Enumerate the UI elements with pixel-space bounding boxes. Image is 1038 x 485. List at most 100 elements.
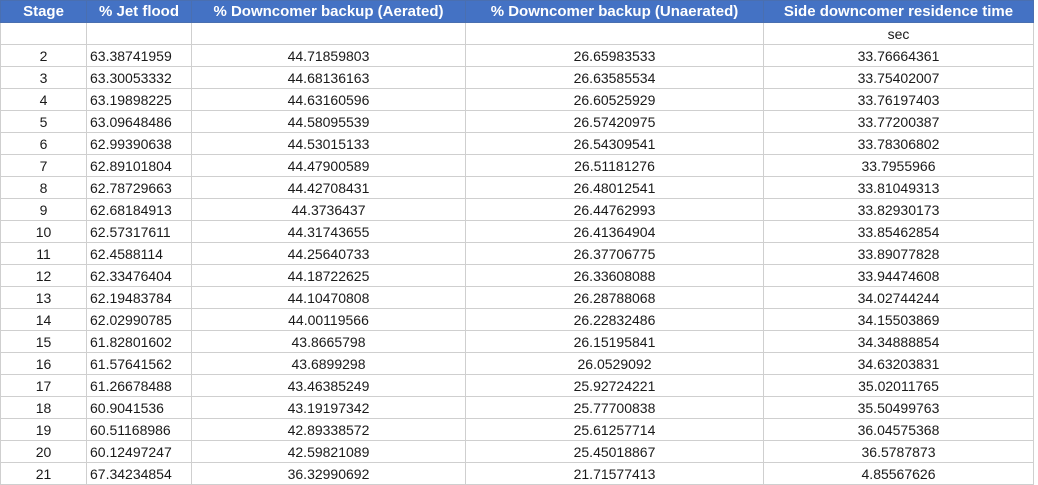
- jet-flood-cell[interactable]: 62.4588114: [86, 242, 192, 265]
- unaerated-cell[interactable]: 26.54309541: [465, 132, 764, 155]
- jet-flood-cell[interactable]: 62.68184913: [86, 198, 192, 221]
- stage-cell[interactable]: 20: [0, 440, 87, 463]
- unaerated-cell[interactable]: 25.77700838: [465, 396, 764, 419]
- residence-time-cell[interactable]: 36.04575368: [763, 418, 1034, 441]
- unaerated-cell[interactable]: 26.60525929: [465, 88, 764, 111]
- jet-flood-cell[interactable]: 60.12497247: [86, 440, 192, 463]
- residence-time-cell[interactable]: 35.50499763: [763, 396, 1034, 419]
- unaerated-cell[interactable]: 26.51181276: [465, 154, 764, 177]
- residence-time-cell[interactable]: 33.7955966: [763, 154, 1034, 177]
- residence-time-cell[interactable]: 33.94474608: [763, 264, 1034, 287]
- jet-flood-cell[interactable]: 63.19898225: [86, 88, 192, 111]
- aerated-cell[interactable]: 44.25640733: [191, 242, 466, 265]
- residence-time-cell[interactable]: 34.63203831: [763, 352, 1034, 375]
- units-cell-aerated[interactable]: [191, 22, 466, 45]
- unaerated-cell[interactable]: 26.22832486: [465, 308, 764, 331]
- units-cell-jet-flood[interactable]: [86, 22, 192, 45]
- unaerated-cell[interactable]: 25.45018867: [465, 440, 764, 463]
- unaerated-cell[interactable]: 25.61257714: [465, 418, 764, 441]
- residence-time-cell[interactable]: 33.76197403: [763, 88, 1034, 111]
- stage-cell[interactable]: 12: [0, 264, 87, 287]
- residence-time-cell[interactable]: 33.85462854: [763, 220, 1034, 243]
- jet-flood-cell[interactable]: 67.34234854: [86, 462, 192, 485]
- aerated-cell[interactable]: 44.3736437: [191, 198, 466, 221]
- unaerated-cell[interactable]: 26.57420975: [465, 110, 764, 133]
- aerated-cell[interactable]: 43.8665798: [191, 330, 466, 353]
- aerated-cell[interactable]: 44.63160596: [191, 88, 466, 111]
- jet-flood-cell[interactable]: 62.57317611: [86, 220, 192, 243]
- jet-flood-cell[interactable]: 62.89101804: [86, 154, 192, 177]
- aerated-cell[interactable]: 43.6899298: [191, 352, 466, 375]
- jet-flood-cell[interactable]: 61.26678488: [86, 374, 192, 397]
- residence-time-cell[interactable]: 34.15503869: [763, 308, 1034, 331]
- stage-cell[interactable]: 2: [0, 44, 87, 67]
- unaerated-cell[interactable]: 26.44762993: [465, 198, 764, 221]
- header-downcomer-aerated[interactable]: % Downcomer backup (Aerated): [191, 0, 466, 23]
- jet-flood-cell[interactable]: 62.02990785: [86, 308, 192, 331]
- aerated-cell[interactable]: 44.47900589: [191, 154, 466, 177]
- jet-flood-cell[interactable]: 62.99390638: [86, 132, 192, 155]
- jet-flood-cell[interactable]: 62.19483784: [86, 286, 192, 309]
- residence-time-cell[interactable]: 33.82930173: [763, 198, 1034, 221]
- residence-time-cell[interactable]: 33.77200387: [763, 110, 1034, 133]
- aerated-cell[interactable]: 44.42708431: [191, 176, 466, 199]
- aerated-cell[interactable]: 43.46385249: [191, 374, 466, 397]
- aerated-cell[interactable]: 44.58095539: [191, 110, 466, 133]
- aerated-cell[interactable]: 43.19197342: [191, 396, 466, 419]
- unaerated-cell[interactable]: 26.0529092: [465, 352, 764, 375]
- unaerated-cell[interactable]: 26.41364904: [465, 220, 764, 243]
- jet-flood-cell[interactable]: 63.38741959: [86, 44, 192, 67]
- stage-cell[interactable]: 14: [0, 308, 87, 331]
- unaerated-cell[interactable]: 26.65983533: [465, 44, 764, 67]
- stage-cell[interactable]: 10: [0, 220, 87, 243]
- unaerated-cell[interactable]: 21.71577413: [465, 462, 764, 485]
- aerated-cell[interactable]: 44.53015133: [191, 132, 466, 155]
- residence-time-cell[interactable]: 34.02744244: [763, 286, 1034, 309]
- jet-flood-cell[interactable]: 61.57641562: [86, 352, 192, 375]
- stage-cell[interactable]: 17: [0, 374, 87, 397]
- header-jet-flood[interactable]: % Jet flood: [86, 0, 192, 23]
- residence-time-cell[interactable]: 35.02011765: [763, 374, 1034, 397]
- residence-time-cell[interactable]: 33.76664361: [763, 44, 1034, 67]
- aerated-cell[interactable]: 44.71859803: [191, 44, 466, 67]
- aerated-cell[interactable]: 44.00119566: [191, 308, 466, 331]
- residence-time-cell[interactable]: 33.78306802: [763, 132, 1034, 155]
- header-stage[interactable]: Stage: [0, 0, 87, 23]
- unaerated-cell[interactable]: 25.92724221: [465, 374, 764, 397]
- unaerated-cell[interactable]: 26.48012541: [465, 176, 764, 199]
- stage-cell[interactable]: 13: [0, 286, 87, 309]
- unaerated-cell[interactable]: 26.15195841: [465, 330, 764, 353]
- header-downcomer-unaerated[interactable]: % Downcomer backup (Unaerated): [465, 0, 764, 23]
- aerated-cell[interactable]: 44.31743655: [191, 220, 466, 243]
- residence-time-cell[interactable]: 33.89077828: [763, 242, 1034, 265]
- aerated-cell[interactable]: 44.18722625: [191, 264, 466, 287]
- header-residence-time[interactable]: Side downcomer residence time: [763, 0, 1034, 23]
- stage-cell[interactable]: 11: [0, 242, 87, 265]
- stage-cell[interactable]: 19: [0, 418, 87, 441]
- stage-cell[interactable]: 3: [0, 66, 87, 89]
- units-cell-residence-time[interactable]: sec: [763, 22, 1034, 45]
- residence-time-cell[interactable]: 33.75402007: [763, 66, 1034, 89]
- aerated-cell[interactable]: 44.68136163: [191, 66, 466, 89]
- residence-time-cell[interactable]: 34.34888854: [763, 330, 1034, 353]
- jet-flood-cell[interactable]: 60.51168986: [86, 418, 192, 441]
- residence-time-cell[interactable]: 33.81049313: [763, 176, 1034, 199]
- units-cell-stage[interactable]: [0, 22, 87, 45]
- aerated-cell[interactable]: 42.59821089: [191, 440, 466, 463]
- stage-cell[interactable]: 21: [0, 462, 87, 485]
- stage-cell[interactable]: 16: [0, 352, 87, 375]
- unaerated-cell[interactable]: 26.37706775: [465, 242, 764, 265]
- unaerated-cell[interactable]: 26.28788068: [465, 286, 764, 309]
- jet-flood-cell[interactable]: 63.30053332: [86, 66, 192, 89]
- stage-cell[interactable]: 7: [0, 154, 87, 177]
- stage-cell[interactable]: 15: [0, 330, 87, 353]
- stage-cell[interactable]: 18: [0, 396, 87, 419]
- jet-flood-cell[interactable]: 60.9041536: [86, 396, 192, 419]
- jet-flood-cell[interactable]: 62.33476404: [86, 264, 192, 287]
- aerated-cell[interactable]: 42.89338572: [191, 418, 466, 441]
- jet-flood-cell[interactable]: 61.82801602: [86, 330, 192, 353]
- stage-cell[interactable]: 5: [0, 110, 87, 133]
- residence-time-cell[interactable]: 4.85567626: [763, 462, 1034, 485]
- stage-cell[interactable]: 6: [0, 132, 87, 155]
- units-cell-unaerated[interactable]: [465, 22, 764, 45]
